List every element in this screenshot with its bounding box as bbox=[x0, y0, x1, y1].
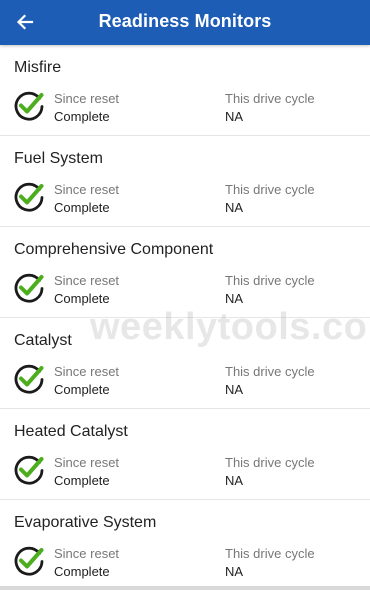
monitor-item-comprehensive-component[interactable]: Comprehensive Component Since reset Comp… bbox=[0, 227, 370, 318]
monitor-name: Misfire bbox=[14, 59, 62, 76]
drive-cycle-label: This drive cycle bbox=[225, 273, 315, 288]
monitor-name: Catalyst bbox=[14, 332, 72, 349]
monitor-name: Comprehensive Component bbox=[14, 241, 214, 258]
since-reset-label: Since reset bbox=[54, 546, 120, 561]
check-circle-icon bbox=[14, 182, 44, 212]
drive-cycle-value: NA bbox=[225, 200, 244, 215]
bottom-divider bbox=[0, 586, 370, 590]
since-reset-value: Complete bbox=[54, 564, 110, 579]
monitor-list: Misfire Since reset Complete This drive … bbox=[0, 45, 370, 590]
drive-cycle-value: NA bbox=[225, 473, 244, 488]
drive-cycle-label: This drive cycle bbox=[225, 364, 315, 379]
since-reset-value: Complete bbox=[54, 473, 110, 488]
check-circle-icon bbox=[14, 455, 44, 485]
monitor-item-fuel-system[interactable]: Fuel System Since reset Complete This dr… bbox=[0, 136, 370, 227]
since-reset-label: Since reset bbox=[54, 273, 120, 288]
drive-cycle-value: NA bbox=[225, 382, 244, 397]
since-reset-label: Since reset bbox=[54, 455, 120, 470]
monitor-name: Heated Catalyst bbox=[14, 423, 128, 440]
drive-cycle-label: This drive cycle bbox=[225, 546, 315, 561]
drive-cycle-value: NA bbox=[225, 109, 244, 124]
monitor-item-misfire[interactable]: Misfire Since reset Complete This drive … bbox=[0, 45, 370, 136]
since-reset-label: Since reset bbox=[54, 182, 120, 197]
since-reset-label: Since reset bbox=[54, 91, 120, 106]
drive-cycle-label: This drive cycle bbox=[225, 455, 315, 470]
monitor-item-heated-catalyst[interactable]: Heated Catalyst Since reset Complete Thi… bbox=[0, 409, 370, 500]
drive-cycle-value: NA bbox=[225, 291, 244, 306]
since-reset-label: Since reset bbox=[54, 364, 120, 379]
monitor-name: Evaporative System bbox=[14, 514, 157, 531]
readiness-monitors-screen: Readiness Monitors Misfire Since reset C… bbox=[0, 0, 370, 590]
monitor-item-catalyst[interactable]: Catalyst Since reset Complete This drive… bbox=[0, 318, 370, 409]
since-reset-value: Complete bbox=[54, 291, 110, 306]
since-reset-value: Complete bbox=[54, 200, 110, 215]
check-circle-icon bbox=[14, 91, 44, 121]
drive-cycle-label: This drive cycle bbox=[225, 91, 315, 106]
check-circle-icon bbox=[14, 273, 44, 303]
since-reset-value: Complete bbox=[54, 109, 110, 124]
app-bar: Readiness Monitors bbox=[0, 0, 370, 45]
drive-cycle-label: This drive cycle bbox=[225, 182, 315, 197]
drive-cycle-value: NA bbox=[225, 564, 244, 579]
page-title: Readiness Monitors bbox=[98, 11, 272, 31]
check-circle-icon bbox=[14, 364, 44, 394]
check-circle-icon bbox=[14, 546, 44, 576]
since-reset-value: Complete bbox=[54, 382, 110, 397]
monitor-name: Fuel System bbox=[14, 150, 103, 167]
monitor-item-evaporative-system[interactable]: Evaporative System Since reset Complete … bbox=[0, 500, 370, 590]
